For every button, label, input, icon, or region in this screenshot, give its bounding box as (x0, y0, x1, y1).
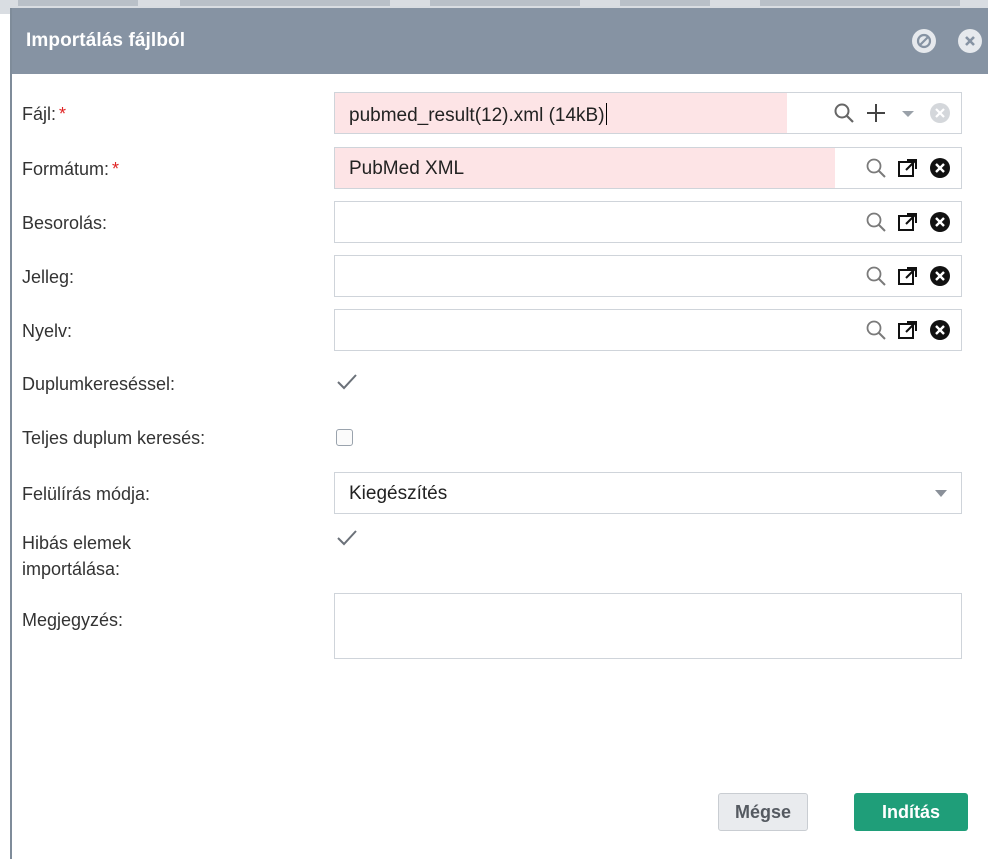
classification-label: Besorolás: (22, 213, 108, 233)
required-mark: * (112, 159, 120, 179)
language-label: Nyelv: (22, 321, 73, 341)
open-external-icon[interactable] (897, 319, 919, 341)
search-icon[interactable] (865, 265, 887, 287)
search-icon[interactable] (865, 211, 887, 233)
open-external-icon[interactable] (897, 157, 919, 179)
search-icon[interactable] (865, 157, 887, 179)
close-circle-icon[interactable] (958, 29, 982, 53)
start-button[interactable]: Indítás (854, 793, 968, 831)
overwrite-mode-select[interactable]: Kiegészítés (334, 472, 962, 514)
duplicate-search-checkbox[interactable] (336, 372, 357, 392)
checkmark-icon (337, 374, 357, 390)
file-label: Fájl: * (22, 104, 67, 124)
import-faulty-label: Hibás elemek importálása: (22, 533, 132, 579)
duplicate-search-label: Duplumkereséssel: (22, 374, 176, 394)
overwrite-mode-value: Kiegészítés (349, 483, 448, 504)
full-duplicate-search-label: Teljes duplum keresés: (22, 428, 206, 448)
language-field[interactable] (334, 309, 962, 351)
format-field[interactable]: PubMed XML (334, 147, 962, 189)
file-field[interactable]: pubmed_result(12).xml (14kB) (334, 92, 962, 134)
remove-icon[interactable] (929, 319, 951, 341)
clear-icon[interactable] (929, 102, 951, 124)
type-label: Jelleg: (22, 267, 75, 287)
minimize-circle-icon[interactable] (912, 29, 936, 53)
search-icon[interactable] (833, 102, 855, 124)
open-external-icon[interactable] (897, 265, 919, 287)
remove-icon[interactable] (929, 211, 951, 233)
note-label: Megjegyzés: (22, 610, 124, 630)
required-mark: * (59, 104, 67, 124)
search-icon[interactable] (865, 319, 887, 341)
dropdown-icon[interactable] (897, 102, 919, 124)
remove-icon[interactable] (929, 157, 951, 179)
dialog-title: Importálás fájlból (26, 30, 186, 51)
type-field[interactable] (334, 255, 962, 297)
full-duplicate-search-checkbox[interactable] (336, 429, 353, 446)
text-cursor (605, 103, 607, 125)
format-value: PubMed XML (349, 158, 465, 179)
import-faulty-checkbox[interactable] (336, 528, 357, 548)
checkmark-icon (337, 530, 357, 546)
remove-icon[interactable] (929, 265, 951, 287)
overwrite-mode-label: Felülírás módja: (22, 484, 151, 504)
note-textarea[interactable] (334, 593, 962, 659)
open-external-icon[interactable] (897, 211, 919, 233)
cancel-button[interactable]: Mégse (718, 793, 808, 831)
dialog-titlebar[interactable]: Importálás fájlból (12, 8, 988, 74)
dropdown-icon (935, 490, 947, 497)
file-value: pubmed_result(12).xml (14kB) (349, 105, 605, 126)
plus-icon[interactable] (865, 102, 887, 124)
format-label: Formátum: * (22, 159, 120, 179)
classification-field[interactable] (334, 201, 962, 243)
